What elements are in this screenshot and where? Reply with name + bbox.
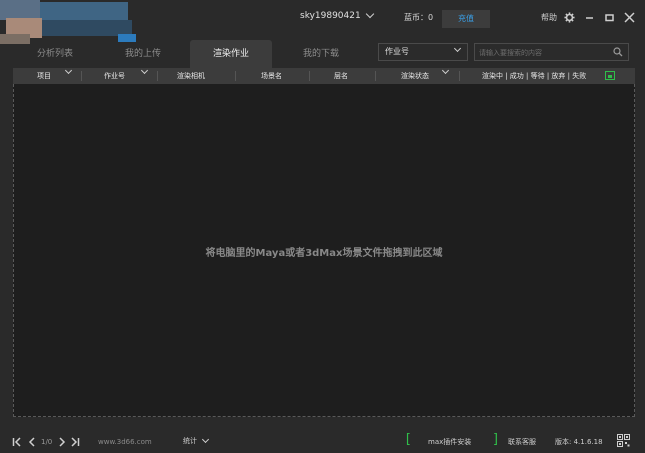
coins-balance: 蓝币：0	[404, 12, 433, 23]
search-field-selected: 作业号	[385, 47, 409, 56]
column-label: 渲染状态	[401, 72, 429, 80]
version-label: 版本: 4.1.6.18	[555, 437, 603, 447]
chevron-down-icon	[202, 435, 209, 442]
column-label: 作业号	[104, 72, 125, 80]
chevron-down-icon	[454, 45, 461, 52]
tab-my-downloads[interactable]: 我的下载	[296, 44, 346, 64]
search-box[interactable]	[474, 43, 629, 61]
page-indicator: 1/0	[41, 438, 52, 446]
tab-my-uploads[interactable]: 我的上传	[118, 44, 168, 64]
search-input[interactable]	[479, 46, 609, 59]
search-field-select[interactable]: 作业号	[378, 43, 468, 61]
column-scene-name[interactable]: 场景名	[261, 68, 282, 84]
bracket-close: ]	[492, 432, 500, 447]
minimize-icon[interactable]	[583, 10, 595, 24]
chevron-down-icon	[65, 67, 72, 74]
last-page-icon[interactable]	[70, 437, 80, 447]
chevron-down-icon	[442, 67, 449, 74]
column-render-status[interactable]: 渲染状态	[401, 68, 429, 84]
user-menu[interactable]: sky19890421	[300, 11, 373, 21]
gear-icon[interactable]	[563, 10, 575, 24]
search-icon[interactable]	[613, 47, 623, 60]
username: sky19890421	[300, 11, 361, 21]
file-drop-zone[interactable]: 将电脑里的Maya或者3dMax场景文件拖拽到此区域	[13, 84, 635, 417]
column-project[interactable]: 项目	[37, 68, 51, 84]
footer-bar	[0, 426, 645, 453]
bracket-open: [	[404, 432, 412, 447]
next-page-icon[interactable]	[57, 437, 67, 447]
table-header: 项目 作业号 渲染相机 场景名 层名 渲染状态 渲染中 | 成功 | 等待 | …	[13, 68, 635, 84]
recharge-button[interactable]: 充值	[442, 10, 490, 28]
column-render-camera[interactable]: 渲染相机	[177, 68, 205, 84]
contact-support-link[interactable]: 联系客服	[508, 437, 536, 447]
stats-dropdown[interactable]: 统计	[183, 436, 208, 446]
prev-page-icon[interactable]	[27, 437, 37, 447]
column-label: 项目	[37, 72, 51, 80]
tab-analysis-list[interactable]: 分析列表	[30, 44, 80, 64]
website-link[interactable]: www.3d66.com	[98, 438, 152, 446]
chevron-down-icon	[365, 10, 373, 18]
qr-code-icon[interactable]	[617, 434, 630, 447]
first-page-icon[interactable]	[12, 437, 22, 447]
chevron-down-icon	[141, 67, 148, 74]
tab-render-jobs[interactable]: 渲染作业	[190, 40, 272, 68]
close-icon[interactable]	[623, 10, 635, 24]
column-layer-name[interactable]: 层名	[334, 68, 348, 84]
maximize-icon[interactable]	[603, 10, 615, 24]
status-summary: 渲染中 | 成功 | 等待 | 放弃 | 失败	[482, 68, 586, 84]
help-link[interactable]: 帮助	[541, 12, 557, 23]
export-excel-icon[interactable]	[605, 71, 615, 80]
drop-hint: 将电脑里的Maya或者3dMax场景文件拖拽到此区域	[14, 244, 634, 259]
column-job-id[interactable]: 作业号	[104, 68, 125, 84]
plugin-install-button[interactable]: max插件安装	[428, 437, 471, 447]
stats-label: 统计	[183, 436, 197, 446]
